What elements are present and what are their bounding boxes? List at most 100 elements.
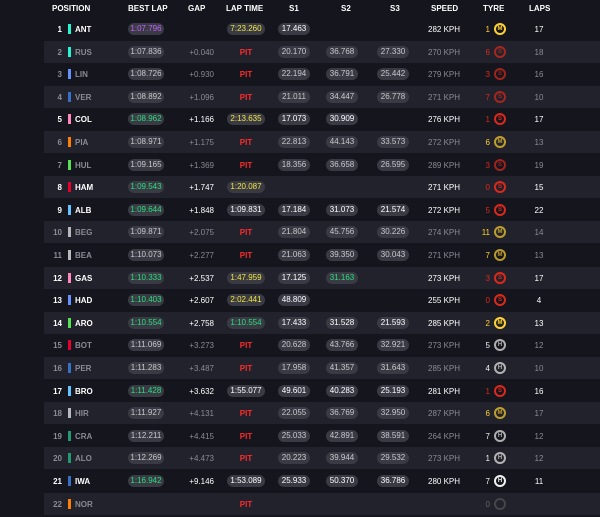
driver-row[interactable]: 1 ANT 1:07.796 7:23.260 17.463 282 KPH 1 M 17 (0, 18, 600, 40)
position-number: 12 (53, 273, 62, 283)
driver-row[interactable]: 9 ALB 1:09.644 +1.848 1:09.831 17.184 31.073 21… (0, 199, 600, 221)
tyre-laps: 11 (481, 228, 490, 238)
lap-time-pill: 1:10.554 (227, 316, 265, 329)
best-lap-pill: 1:11.069 (128, 339, 164, 352)
driver-row[interactable]: 3 LIN 1:08.726 +0.930 PIT 22.194 36.791 25.442 2… (0, 63, 600, 85)
header-gap: GAP (188, 4, 206, 13)
driver-row[interactable]: 2 RUS 1:07.836 +0.040 PIT 20.170 36.768 27.330 2… (0, 40, 600, 63)
driver-row[interactable]: 13 HAD 1:10.403 +2.607 2:02.441 48.809 255 KPH… (0, 289, 600, 311)
driver-row[interactable]: 12 GAS 1:10.333 +2.537 1:47.959 17.125 31.163 2… (0, 266, 600, 289)
sector-3-pill: 32.950 (377, 407, 409, 420)
laps-count: 13 (534, 138, 544, 147)
gap-value: +4.415 (189, 431, 214, 441)
header-s3: S3 (390, 4, 400, 13)
speed-value: 280 KPH (428, 477, 461, 486)
driver-code: LIN (75, 70, 88, 80)
sector-1-pill: 21.063 (278, 249, 310, 261)
driver-row[interactable]: 7 HUL 1:09.165 +1.369 PIT 18.356 36.658 26.595 2… (0, 154, 600, 176)
driver-row[interactable]: 4 VER 1:08.892 +1.096 PIT 21.011 34.447 26.778 2… (0, 85, 600, 108)
speed-value: 273 KPH (428, 341, 461, 351)
driver-code: GAS (75, 273, 93, 283)
driver-row[interactable]: 14 ARO 1:10.554 +2.758 1:10.554 17.433 31.528 2… (0, 311, 600, 334)
sector-3-pill: 38.591 (377, 429, 409, 442)
gap-value: +1.096 (189, 92, 214, 102)
tyre-laps: 7 (485, 92, 490, 102)
tyre-laps: 0 (485, 183, 490, 193)
driver-row[interactable]: 19 CRA 1:12.211 +4.415 PIT 25.033 42.891 38.591… (0, 425, 600, 447)
lap-time-pill: 1:53.089 (227, 475, 265, 487)
position-number: 18 (53, 409, 62, 419)
team-color-bar (68, 317, 71, 328)
tyre-laps: 3 (485, 160, 490, 170)
lap-time-pill: 2:02.441 (227, 294, 265, 307)
sector-1-pill: 25.933 (278, 475, 310, 487)
tyre-laps: 7 (485, 251, 490, 260)
sector-1-pill: 20.170 (278, 45, 310, 58)
sector-1-pill: 17.073 (278, 113, 310, 126)
sector-2-pill: 36.658 (326, 158, 358, 171)
best-lap-pill: 1:10.333 (128, 271, 164, 284)
gap-value: +1.747 (189, 183, 214, 193)
driver-row[interactable]: 8 HAM 1:09.543 +1.747 1:20.087 271 KPH 0 S 15 (0, 176, 600, 199)
lap-time-pill: 1:09.831 (227, 203, 265, 216)
laps-count: 12 (534, 454, 544, 464)
driver-row[interactable]: 6 PIA 1:08.971 +1.175 PIT 22.813 44.143 33.573 2… (0, 131, 600, 153)
team-color-bar (68, 476, 71, 486)
laps-count: 22 (534, 205, 544, 215)
tyre-laps: 6 (485, 409, 490, 419)
best-lap-pill: 1:07.836 (128, 45, 164, 58)
gap-value: +3.273 (189, 341, 214, 351)
best-lap-pill: 1:09.165 (128, 158, 164, 171)
tyre-compound-icon: S (494, 45, 506, 58)
team-color-bar (68, 137, 71, 147)
pit-indicator: PIT (239, 160, 253, 170)
sector-3-pill: 30.226 (377, 226, 409, 239)
sector-1-pill: 17.184 (278, 203, 310, 216)
speed-value: 274 KPH (428, 228, 461, 238)
header-s1: S1 (289, 4, 299, 13)
gap-value: +0.040 (189, 47, 214, 57)
driver-code: PIA (75, 138, 89, 147)
driver-row[interactable]: 16 PER 1:11.283 +3.487 PIT 17.958 41.357 31.643… (0, 357, 600, 379)
laps-count: 4 (536, 296, 542, 306)
driver-row[interactable]: 21 IWA 1:16.942 +9.146 1:53.089 25.933 50.370 3… (0, 470, 600, 492)
tyre-compound-icon: S (494, 294, 506, 307)
laps-count: 10 (534, 364, 544, 373)
speed-value: 271 KPH (428, 92, 461, 102)
laps-count: 12 (534, 341, 544, 351)
sector-3-pill: 30.043 (377, 249, 409, 261)
laps-count: 16 (534, 386, 544, 396)
sector-3-pill: 29.532 (377, 452, 409, 465)
tyre-compound-icon: M (494, 136, 506, 148)
sector-2-pill: 36.769 (326, 407, 358, 420)
driver-row[interactable]: 5 COL 1:08.962 +1.166 2:13.635 17.073 30.909 27… (0, 108, 600, 130)
driver-row[interactable]: 17 BRO 1:11.428 +3.632 1:55.077 49.601 40.283 2… (0, 380, 600, 402)
best-lap-pill: 1:08.726 (128, 68, 164, 81)
driver-row[interactable]: 22 NOR PIT 0 (0, 492, 600, 515)
best-lap-pill: 1:08.962 (128, 113, 164, 126)
sector-1-pill: 22.194 (278, 68, 310, 81)
sector-1-pill: 22.055 (278, 407, 310, 420)
gap-value: +4.473 (189, 454, 214, 464)
sector-1-pill: 49.601 (278, 384, 310, 397)
sector-1-pill: 22.813 (278, 136, 310, 148)
position-number: 22 (53, 499, 62, 509)
gap-value: +2.758 (189, 318, 214, 328)
speed-value: 272 KPH (428, 205, 461, 215)
position-number: 15 (53, 341, 62, 351)
speed-value: 273 KPH (428, 273, 461, 283)
best-lap-pill: 1:11.927 (128, 407, 164, 420)
driver-row[interactable]: 18 HIR 1:11.927 +4.131 PIT 22.055 36.769 32.950… (0, 402, 600, 425)
tyre-laps: 1 (485, 454, 490, 464)
position-number: 6 (57, 138, 62, 147)
driver-row[interactable]: 10 BEG 1:09.871 +2.075 PIT 21.804 45.756 30.226… (0, 221, 600, 244)
gap-value: +0.930 (189, 70, 214, 80)
driver-row[interactable]: 20 ALO 1:12.269 +4.473 PIT 20.223 39.944 29.532… (0, 447, 600, 470)
best-lap-pill: 1:11.428 (128, 384, 164, 397)
driver-row[interactable]: 11 BEA 1:10.073 +2.277 PIT 21.063 39.350 30.043… (0, 244, 600, 266)
laps-count: 17 (534, 409, 544, 419)
team-color-bar (68, 91, 71, 102)
gap-value: +2.075 (189, 228, 214, 238)
driver-row[interactable]: 15 BOT 1:11.069 +3.273 PIT 20.628 43.766 32.921… (0, 334, 600, 356)
tyre-compound-icon: H (494, 475, 506, 487)
